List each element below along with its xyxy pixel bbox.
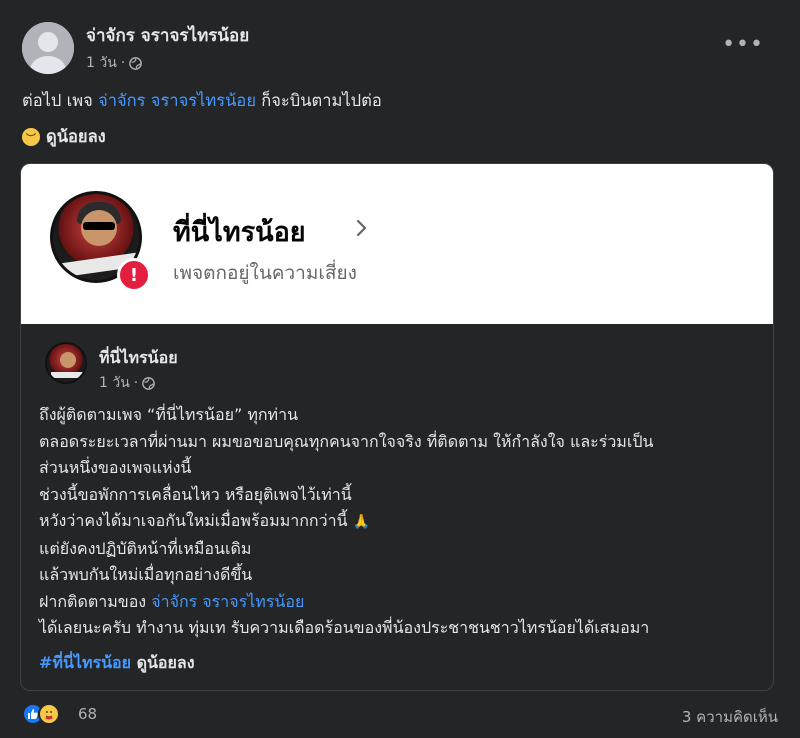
facebook-post: จ่าจักร จราจรไทรน้อย 1 วัน · ••• ต่อไป เ… <box>0 0 800 738</box>
hashtag-link[interactable]: #ที่นี่ไทรน้อย <box>39 653 131 672</box>
post-author-name[interactable]: จ่าจักร จราจรไทรน้อย <box>86 22 249 49</box>
sad-face-emoji-icon: ︶ <box>22 128 40 146</box>
globe-icon <box>142 376 156 390</box>
more-options-icon[interactable]: ••• <box>722 34 764 56</box>
care-reaction-icon[interactable] <box>38 703 60 725</box>
hashtag-row: #ที่นี่ไทรน้อย ดูน้อยลง <box>39 651 195 676</box>
inner-page-avatar[interactable] <box>45 342 87 384</box>
inner-post-time[interactable]: 1 วัน <box>99 372 130 394</box>
post-time[interactable]: 1 วัน <box>86 52 117 74</box>
chevron-right-icon[interactable] <box>351 218 371 238</box>
reaction-count[interactable]: 68 <box>78 705 97 723</box>
body-line: ช่วงนี้ขอพักการเคลื่อนไหว หรือยุติเพจไว้… <box>39 484 352 504</box>
page-status-text: เพจตกอยู่ในความเสี่ยง <box>173 262 357 284</box>
mention-link[interactable]: จ่าจักร จราจรไทรน้อย <box>151 592 304 611</box>
author-link[interactable]: จ่าจักร จราจรไทรน้อย <box>98 91 256 110</box>
body-line: ได้เลยนะครับ ทำงาน ทุ่มเท รับความเดือดร้… <box>39 618 650 637</box>
body-line: แต่ยังคงปฏิบัติหน้าที่เหมือนเดิม <box>39 538 252 558</box>
shared-page-header[interactable]: ! ที่นี่ไทรน้อย เพจตกอยู่ในความเสี่ยง <box>21 164 773 324</box>
see-less-link[interactable]: ดูน้อยลง <box>46 124 106 150</box>
post-meta: 1 วัน · <box>86 52 143 74</box>
body-line: ฝากติดตามของ จ่าจักร จราจรไทรน้อย <box>39 591 305 611</box>
default-avatar-icon <box>22 22 74 74</box>
body-line: แล้วพบกันใหม่เมื่อทุกอย่างดีขึ้น <box>39 565 253 584</box>
praying-hands-icon: 🙏 <box>352 514 371 530</box>
shared-page-name[interactable]: ที่นี่ไทรน้อย <box>173 210 306 253</box>
post-text-line-1: ต่อไป เพจ จ่าจักร จราจรไทรน้อย ก็จะบินตา… <box>22 91 382 110</box>
shared-post-body: ถึงผู้ติดตามเพจ “ที่นี่ไทรน้อย” ทุกท่าน … <box>39 402 769 642</box>
body-line: หวังว่าคงได้มาเจอกันใหม่เมื่อพร้อมมากกว่… <box>39 508 769 536</box>
post-footer: 68 3 ความคิดเห็น <box>22 703 778 727</box>
warning-icon: ! <box>117 258 151 292</box>
shared-post-card[interactable]: ! ที่นี่ไทรน้อย เพจตกอยู่ในความเสี่ยง ที… <box>20 163 774 691</box>
body-line: ส่วนหนึ่งของเพจแห่งนี้ <box>39 458 192 477</box>
body-line: ถึงผู้ติดตามเพจ “ที่นี่ไทรน้อย” ทุกท่าน <box>39 405 299 424</box>
body-line: ตลอดระยะเวลาที่ผ่านมา ผมขอขอบคุณทุกคนจาก… <box>39 431 654 451</box>
comment-count[interactable]: 3 ความคิดเห็น <box>682 705 778 729</box>
inner-page-name[interactable]: ที่นี่ไทรน้อย <box>99 346 178 371</box>
see-less-link[interactable]: ดูน้อยลง <box>137 653 195 672</box>
inner-post-meta: 1 วัน · <box>99 372 156 394</box>
author-avatar[interactable] <box>22 22 74 74</box>
globe-icon <box>129 56 143 70</box>
see-less-row: ︶ ดูน้อยลง <box>22 124 106 150</box>
